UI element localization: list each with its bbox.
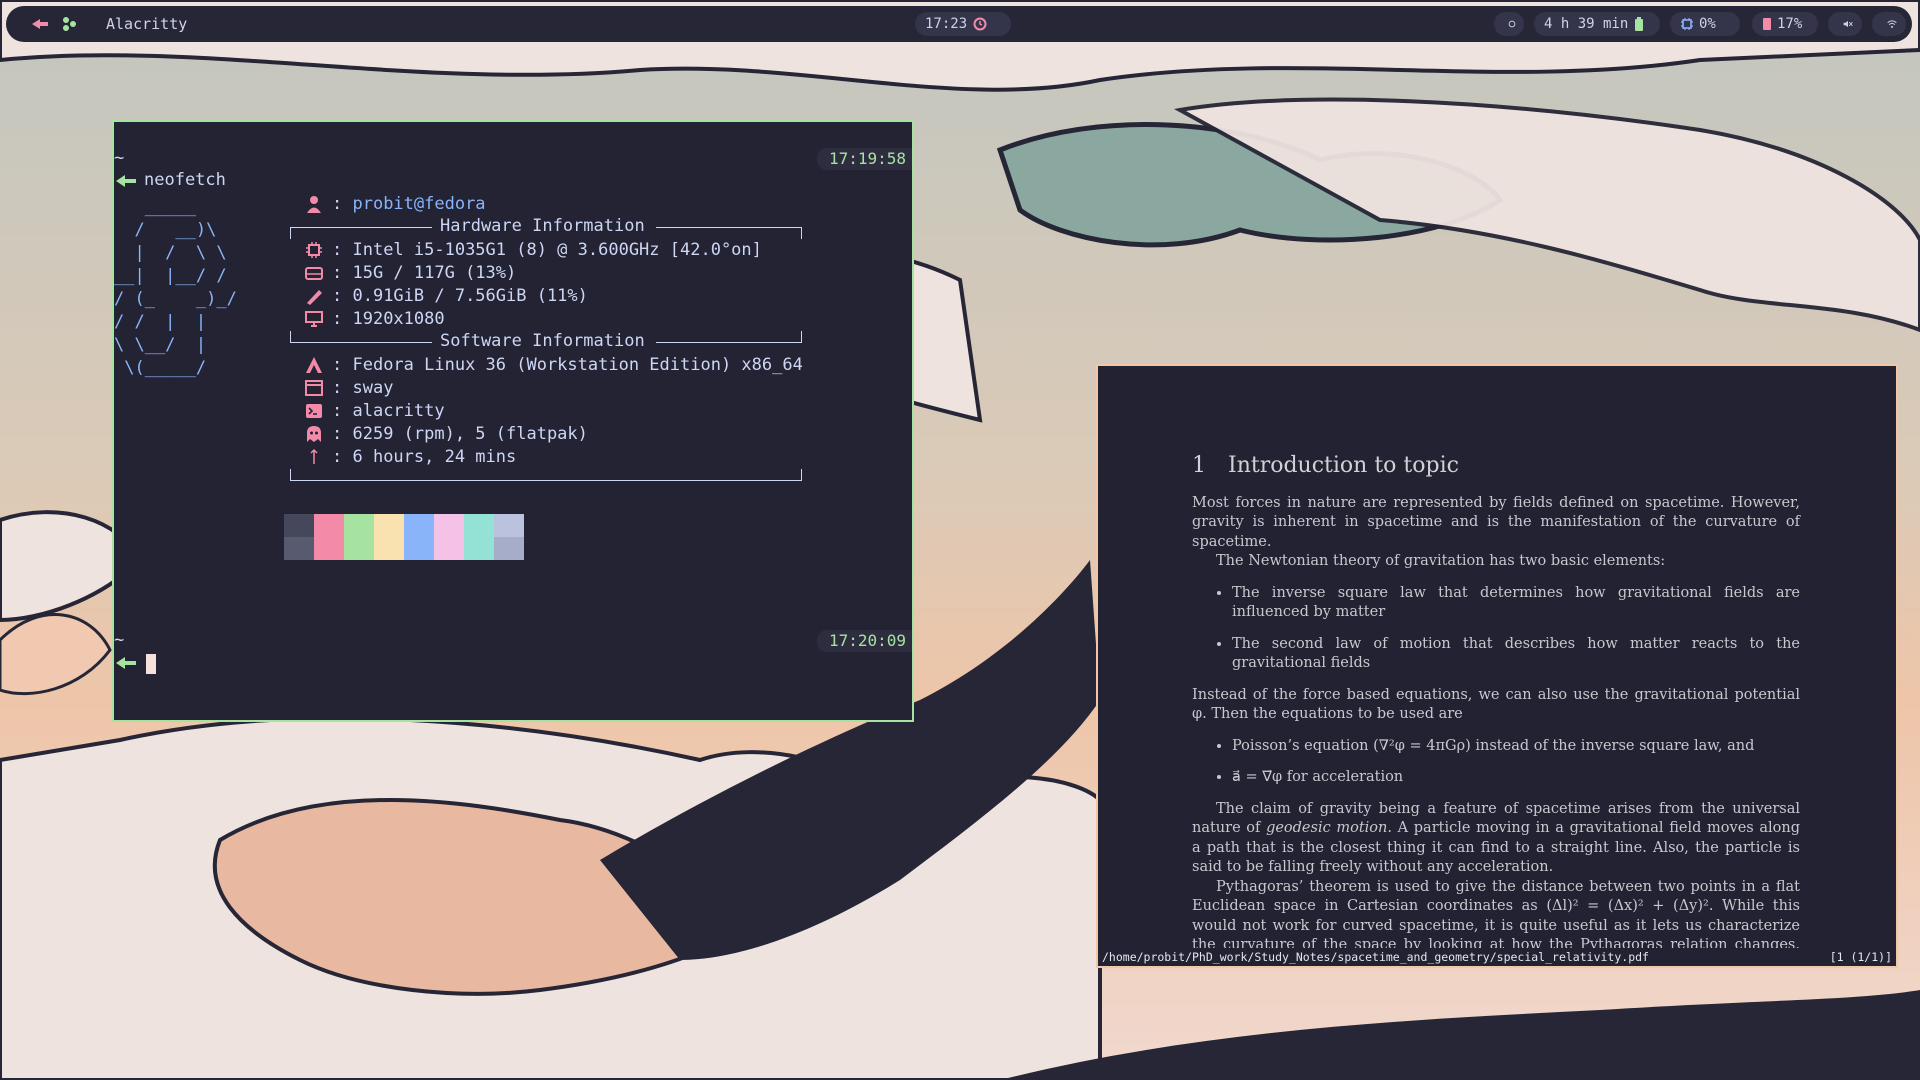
timestamp: 17:19:58 xyxy=(816,148,912,170)
info-memory: : 0.91GiB / 7.56GiB (11%) xyxy=(304,285,588,307)
monitor-icon xyxy=(305,311,323,327)
disk-icon xyxy=(305,267,323,280)
terminal-value: alacritty xyxy=(352,401,445,421)
color-palette xyxy=(284,514,524,560)
color-swatch xyxy=(434,514,464,560)
packages-value: 6259 (rpm), 5 (flatpak) xyxy=(352,424,588,444)
top-bar: Alacritty 17:23 4 h 39 min 0% 17% xyxy=(6,6,1912,42)
hardware-heading: Hardware Information xyxy=(440,216,645,236)
section-title: Introduction to topic xyxy=(1228,453,1459,478)
emphasis-text: geodesic motion xyxy=(1266,820,1388,836)
memory-icon xyxy=(1763,18,1771,30)
page-indicator: [1 (1/1)] xyxy=(1829,950,1892,964)
idle-inhibitor[interactable] xyxy=(1494,12,1524,36)
battery-time: 4 h 39 min xyxy=(1544,16,1629,32)
file-path: /home/probit/PhD_work/Study_Notes/spacet… xyxy=(1102,950,1649,964)
info-disk: : 15G / 117G (13%) xyxy=(304,262,516,284)
volume-pill[interactable] xyxy=(1828,12,1862,36)
fedora-ascii-logo: _____ / __)\ | / \ \ __| |__/ / / (_ _)_… xyxy=(114,197,237,378)
list-item: Poisson’s equation (∇²φ = 4πGρ) instead … xyxy=(1232,737,1800,757)
color-swatch xyxy=(464,514,494,560)
clock-text: 17:23 xyxy=(925,16,968,32)
cwd-tilde-2: ~ xyxy=(114,630,125,650)
terminal-window[interactable]: ~ 17:19:58 neofetch _____ / __)\ | / \ \… xyxy=(112,120,914,722)
cpu-icon xyxy=(1681,18,1693,30)
cpu-usage: 0% xyxy=(1699,16,1716,32)
resolution-value: 1920x1080 xyxy=(352,309,445,329)
hardware-section-header: Hardware Information xyxy=(290,216,802,239)
disk-value: 15G / 117G (13%) xyxy=(352,263,517,283)
wm-value: sway xyxy=(352,378,394,398)
uptime-value: 6 hours, 24 mins xyxy=(352,447,517,467)
pdf-viewer-window[interactable]: 1 Introduction to topic Most forces in na… xyxy=(1096,364,1898,968)
text-cursor[interactable] xyxy=(146,654,156,674)
pdf-page: 1 Introduction to topic Most forces in na… xyxy=(1192,453,1800,967)
memory-icon xyxy=(307,290,322,305)
section-heading: 1 Introduction to topic xyxy=(1192,453,1800,478)
uptime-arrow-icon xyxy=(310,448,318,464)
ghost-icon xyxy=(307,426,321,442)
flatpak-icon[interactable] xyxy=(60,15,80,33)
info-box-bottom xyxy=(290,469,802,491)
section-number: 1 xyxy=(1192,453,1206,478)
os-value: Fedora Linux 36 (Workstation Edition) x8… xyxy=(352,355,803,375)
list-item: a⃗ = ∇⃗φ for acceleration xyxy=(1232,768,1800,788)
color-swatch xyxy=(404,514,434,560)
bullet-list: Poisson’s equation (∇²φ = 4πGρ) instead … xyxy=(1192,737,1800,788)
cpu-icon xyxy=(306,242,322,258)
memory-usage: 17% xyxy=(1777,16,1803,32)
battery-icon xyxy=(1635,17,1644,31)
os-icon xyxy=(306,357,322,373)
info-wm: : sway xyxy=(304,377,393,399)
info-os: : Fedora Linux 36 (Workstation Edition) … xyxy=(304,354,803,376)
battery-pill[interactable]: 4 h 39 min xyxy=(1534,12,1660,36)
list-item: The second law of motion that describes … xyxy=(1232,635,1800,674)
color-swatch xyxy=(284,514,314,560)
bullet-list: The inverse square law that determines h… xyxy=(1192,584,1800,674)
command-text: neofetch xyxy=(144,170,226,190)
list-item: The inverse square law that determines h… xyxy=(1232,584,1800,623)
software-section-header: Software Information xyxy=(290,331,802,353)
memory-value: 0.91GiB / 7.56GiB (11%) xyxy=(352,286,588,306)
idle-inhibitor-icon xyxy=(1508,20,1516,28)
color-swatch xyxy=(494,514,524,560)
window-icon xyxy=(305,380,323,396)
paragraph: The claim of gravity being a feature of … xyxy=(1192,800,1800,878)
cpu-value: Intel i5-1035G1 (8) @ 3.600GHz [42.0°on] xyxy=(352,240,762,260)
paragraph: Most forces in nature are represented by… xyxy=(1192,494,1800,550)
memory-pill[interactable]: 17% xyxy=(1752,12,1818,36)
cpu-pill[interactable]: 0% xyxy=(1670,12,1740,36)
paragraph: The Newtonian theory of gravitation has … xyxy=(1216,553,1666,569)
info-user: : probit@fedora xyxy=(304,193,486,215)
wifi-icon xyxy=(1887,20,1897,28)
prompt-icon xyxy=(116,175,136,187)
color-swatch xyxy=(344,514,374,560)
color-swatch xyxy=(314,514,344,560)
user-icon xyxy=(307,196,321,213)
cwd-tilde: ~ xyxy=(114,148,125,168)
pdf-statusbar: /home/probit/PhD_work/Study_Notes/spacet… xyxy=(1098,948,1896,966)
timestamp-2: 17:20:09 xyxy=(816,630,912,652)
volume-muted-icon xyxy=(1843,20,1853,28)
info-uptime: : 6 hours, 24 mins xyxy=(304,446,516,468)
color-swatch xyxy=(374,514,404,560)
terminal-icon xyxy=(306,404,322,418)
user-host: probit@fedora xyxy=(352,194,486,214)
clock-pill[interactable]: 17:23 xyxy=(915,12,1011,36)
wifi-pill[interactable] xyxy=(1872,12,1906,36)
info-packages: : 6259 (rpm), 5 (flatpak) xyxy=(304,423,588,445)
clock-icon xyxy=(973,17,987,31)
software-heading: Software Information xyxy=(440,331,645,351)
info-cpu: : Intel i5-1035G1 (8) @ 3.600GHz [42.0°o… xyxy=(304,239,762,261)
info-resolution: : 1920x1080 xyxy=(304,308,445,330)
window-title: Alacritty xyxy=(106,15,188,33)
paragraph: Instead of the force based equations, we… xyxy=(1192,686,1800,723)
info-terminal: : alacritty xyxy=(304,400,445,422)
prompt-icon xyxy=(116,657,136,669)
sway-icon[interactable] xyxy=(30,15,50,33)
